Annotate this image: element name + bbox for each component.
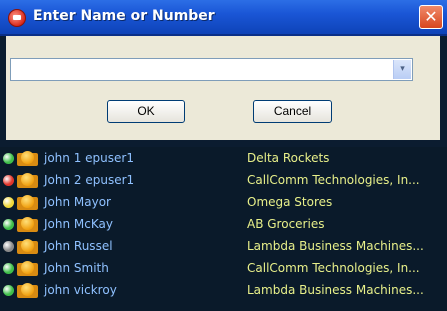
contact-company: CallComm Technologies, In...: [247, 173, 420, 187]
status-dot-icon: [3, 175, 14, 186]
contact-name: John Mayor: [44, 195, 111, 209]
contact-folder-icon: [17, 261, 38, 276]
name-number-combobox[interactable]: ▾: [10, 58, 413, 81]
contact-company: Delta Rockets: [247, 151, 330, 165]
close-button[interactable]: ✕: [419, 5, 443, 29]
app-icon: [8, 9, 26, 27]
contact-company: Lambda Business Machines...: [247, 283, 424, 297]
contact-name: John Smith: [44, 261, 109, 275]
contact-company: AB Groceries: [247, 217, 325, 231]
contact-name: John 2 epuser1: [44, 173, 135, 187]
contact-row[interactable]: john vickroy Lambda Business Machines...: [0, 281, 447, 300]
contact-company: Lambda Business Machines...: [247, 239, 424, 253]
contact-row[interactable]: John 2 epuser1 CallComm Technologies, In…: [0, 171, 447, 190]
status-dot-icon: [3, 197, 14, 208]
contact-name: john vickroy: [44, 283, 117, 297]
contact-name: John McKay: [44, 217, 113, 231]
contact-row[interactable]: John Mayor Omega Stores: [0, 193, 447, 212]
close-icon: ✕: [424, 7, 438, 26]
dialog-title: Enter Name or Number: [33, 8, 215, 24]
contact-row[interactable]: John Russel Lambda Business Machines...: [0, 237, 447, 256]
contact-company: Omega Stores: [247, 195, 333, 209]
ok-button[interactable]: OK: [107, 100, 185, 123]
contact-folder-icon: [17, 217, 38, 232]
contact-row[interactable]: john 1 epuser1 Delta Rockets: [0, 149, 447, 168]
contact-folder-icon: [17, 283, 38, 298]
status-dot-icon: [3, 241, 14, 252]
chevron-down-icon: ▾: [400, 64, 405, 74]
contact-name: john 1 epuser1: [44, 151, 134, 165]
dialog-titlebar[interactable]: Enter Name or Number ✕: [0, 0, 447, 36]
status-dot-icon: [3, 263, 14, 274]
enter-name-dialog: Enter Name or Number ✕ ▾ OK Cancel: [0, 0, 447, 147]
dropdown-button[interactable]: ▾: [393, 60, 411, 79]
cancel-button[interactable]: Cancel: [253, 100, 332, 123]
contact-list: john 1 epuser1 Delta Rockets John 2 epus…: [0, 148, 447, 311]
status-dot-icon: [3, 153, 14, 164]
contact-row[interactable]: John Smith CallComm Technologies, In...: [0, 259, 447, 278]
status-dot-icon: [3, 219, 14, 230]
contact-folder-icon: [17, 173, 38, 188]
contact-company: CallComm Technologies, In...: [247, 261, 420, 275]
contact-folder-icon: [17, 239, 38, 254]
dialog-body: ▾ OK Cancel: [6, 36, 440, 140]
status-dot-icon: [3, 285, 14, 296]
contact-folder-icon: [17, 151, 38, 166]
contact-name: John Russel: [44, 239, 113, 253]
contact-folder-icon: [17, 195, 38, 210]
contact-row[interactable]: John McKay AB Groceries: [0, 215, 447, 234]
name-number-input[interactable]: [14, 60, 394, 80]
